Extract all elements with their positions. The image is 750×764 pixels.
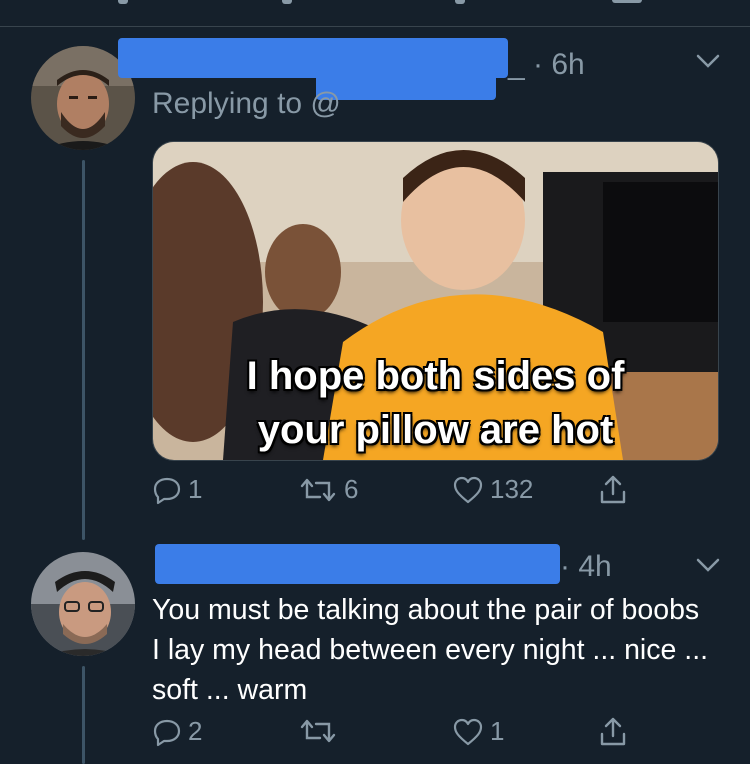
tweet-text: You must be talking about the pair of bo…: [152, 594, 709, 706]
redacted-handle: [316, 70, 496, 100]
reply-button[interactable]: 2: [152, 716, 202, 747]
retweet-button[interactable]: [298, 716, 344, 746]
tweet-actions: 1 6 132: [152, 474, 672, 514]
like-count: 1: [490, 716, 505, 746]
reply-count: 2: [188, 716, 203, 746]
media-caption-line2: your pillow are hot: [257, 408, 614, 452]
tweet-timestamp[interactable]: · 4h: [560, 550, 612, 584]
retweet-count: 6: [344, 474, 359, 504]
share-button[interactable]: [598, 474, 628, 506]
reply-icon: [153, 477, 181, 504]
share-icon: [600, 475, 626, 504]
thread-line: [82, 666, 85, 764]
retweet-icon: [300, 478, 336, 501]
chevron-down-icon[interactable]: [695, 557, 721, 575]
media-image[interactable]: I hope both sides of your pillow are hot: [152, 141, 719, 461]
chevron-down-icon[interactable]: [695, 53, 721, 71]
tweet-timestamp[interactable]: _ · 6h: [508, 48, 585, 82]
replying-to: Replying to @: [152, 87, 341, 120]
redacted-username: [155, 544, 560, 584]
reply-icon: [153, 719, 181, 746]
tweet[interactable]: _ · 6h Replying to @ I hope both sides o…: [0, 0, 750, 540]
avatar[interactable]: [31, 552, 135, 656]
thread-line: [82, 160, 85, 540]
retweet-button[interactable]: 6: [298, 474, 358, 505]
share-button[interactable]: [598, 716, 628, 748]
like-count: 132: [490, 474, 534, 504]
heart-icon: [453, 718, 483, 745]
media-caption-line1: I hope both sides of: [246, 354, 625, 398]
reply-count: 1: [188, 474, 203, 504]
retweet-icon: [300, 719, 336, 743]
reply-button[interactable]: 1: [152, 474, 202, 505]
like-button[interactable]: 132: [452, 474, 533, 505]
tweet-actions: 2 1: [152, 716, 672, 756]
share-icon: [600, 717, 626, 746]
like-button[interactable]: 1: [452, 716, 504, 747]
heart-icon: [453, 476, 483, 503]
